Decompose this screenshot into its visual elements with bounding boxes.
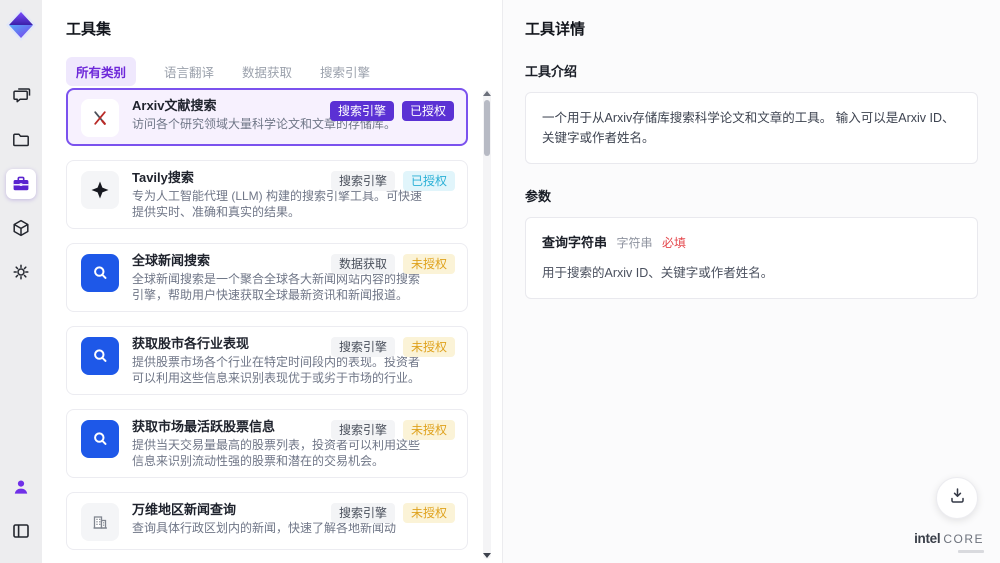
- app-logo[interactable]: [5, 8, 37, 42]
- tool-badges: 数据获取 未授权: [330, 254, 455, 274]
- category-badge: 搜索引擎: [330, 420, 395, 440]
- detail-title: 工具详情: [525, 21, 586, 38]
- tab-所有类别[interactable]: 所有类别: [66, 57, 137, 86]
- auth-status-badge: 已授权: [402, 171, 455, 191]
- params-heading: 参数: [525, 189, 552, 204]
- bocha-icon: [81, 420, 119, 458]
- tool-badges: 搜索引擎 未授权: [330, 503, 455, 523]
- tool-card[interactable]: Arxiv文献搜索 访问各个研究领域大量科学论文和文章的存储库。 搜索引擎 已授…: [66, 88, 468, 146]
- tool-desc: 提供股票市场各个行业在特定时间段内的表现。投资者可以利用这些信息来识别表现优于或…: [132, 355, 421, 385]
- briefcase-icon: [11, 174, 31, 194]
- tab-数据获取[interactable]: 数据获取: [242, 62, 292, 81]
- sidebar-rail: [0, 0, 42, 563]
- app-window: 工具集 所有类别 语言翻译 数据获取 搜索引擎 Arxiv文献搜索 访问各个研究领域大…: [0, 0, 1000, 563]
- param-type: 字符串: [616, 236, 653, 250]
- tool-card[interactable]: Tavily搜索 专为人工智能代理 (LLM) 构建的搜索引擎工具。可快速提供实…: [66, 160, 468, 229]
- param-card: 查询字符串 字符串 必填 用于搜索的Arxiv ID、关键字或作者姓名。: [525, 217, 978, 299]
- sidebar-item-user[interactable]: [6, 472, 36, 502]
- category-badge: 搜索引擎: [330, 503, 395, 523]
- folder-icon: [11, 130, 31, 150]
- param-header: 查询字符串 字符串 必填: [542, 233, 961, 254]
- sidebar-item-settings[interactable]: [6, 257, 36, 287]
- intel-core-logo: intel core: [914, 531, 984, 553]
- sidebar-item-panel-toggle[interactable]: [6, 516, 36, 546]
- bocha-icon: [81, 337, 119, 375]
- tool-card[interactable]: 万维地区新闻查询 查询具体行政区划内的新闻，快速了解各地新闻动 搜索引擎 未授权: [66, 492, 468, 550]
- scroll-down-arrow[interactable]: [483, 553, 491, 558]
- tool-card[interactable]: 全球新闻搜索 全球新闻搜索是一个聚合全球各大新闻网站内容的搜索引擎，帮助用户快速…: [66, 243, 468, 312]
- list-scrollbar[interactable]: [483, 90, 491, 559]
- tool-desc: 全球新闻搜索是一个聚合全球各大新闻网站内容的搜索引擎，帮助用户快速获取全球最新资…: [132, 272, 421, 302]
- gear-icon: [11, 262, 31, 282]
- intel-logo-text: intel: [914, 531, 941, 546]
- tool-desc: 查询具体行政区划内的新闻，快速了解各地新闻动: [132, 521, 397, 535]
- param-required-badge: 必填: [662, 236, 687, 250]
- sidebar-item-chat[interactable]: [6, 81, 36, 111]
- tab-搜索引擎[interactable]: 搜索引擎: [320, 62, 370, 81]
- tool-badges: 搜索引擎 已授权: [330, 171, 455, 191]
- panel-layout-icon: [11, 521, 31, 541]
- tool-badges: 搜索引擎 未授权: [330, 420, 455, 440]
- category-badge: 搜索引擎: [330, 337, 395, 357]
- tool-desc: 专为人工智能代理 (LLM) 构建的搜索引擎工具。可快速提供实时、准确和真实的结…: [132, 189, 423, 219]
- tool-card-list: Arxiv文献搜索 访问各个研究领域大量科学论文和文章的存储库。 搜索引擎 已授…: [66, 88, 468, 563]
- tool-badges: 搜索引擎 未授权: [330, 337, 455, 357]
- param-desc: 用于搜索的Arxiv ID、关键字或作者姓名。: [542, 265, 774, 280]
- arxiv-icon: [81, 99, 119, 137]
- tavily-icon: [81, 171, 119, 209]
- package-icon: [11, 218, 31, 238]
- tool-detail-panel: 工具详情 工具介绍 一个用于从Arxiv存储库搜索科学论文和文章的工具。 输入可…: [502, 0, 1000, 563]
- tool-list-panel: 工具集 所有类别 语言翻译 数据获取 搜索引擎 Arxiv文献搜索 访问各个研究领域大…: [42, 0, 502, 563]
- category-badge: 搜索引擎: [329, 101, 394, 121]
- download-icon: [948, 486, 967, 510]
- core-logo-text: core: [943, 532, 984, 546]
- download-button[interactable]: [936, 477, 978, 519]
- auth-status-badge: 未授权: [402, 254, 455, 274]
- intro-heading: 工具介绍: [525, 64, 578, 79]
- scrollbar-thumb[interactable]: [484, 100, 490, 156]
- logo-sub-mark: [958, 550, 984, 553]
- chat-icon: [11, 86, 31, 106]
- user-icon: [11, 477, 31, 497]
- sidebar-item-packages[interactable]: [6, 213, 36, 243]
- param-name: 查询字符串: [542, 235, 608, 250]
- tool-card[interactable]: 获取市场最活跃股票信息 提供当天交易量最高的股票列表，投资者可以利用这些信息来识…: [66, 409, 468, 478]
- bocha-icon: [81, 254, 119, 292]
- category-badge: 搜索引擎: [330, 171, 395, 191]
- tool-card[interactable]: 获取股市各行业表现 提供股票市场各个行业在特定时间段内的表现。投资者可以利用这些…: [66, 326, 468, 395]
- auth-status-badge: 未授权: [402, 503, 455, 523]
- auth-status-badge: 未授权: [402, 337, 455, 357]
- auth-status-badge: 已授权: [401, 101, 454, 121]
- sidebar-item-files[interactable]: [6, 125, 36, 155]
- intro-card: 一个用于从Arxiv存储库搜索科学论文和文章的工具。 输入可以是Arxiv ID…: [525, 92, 978, 164]
- category-tabs: 所有类别 语言翻译 数据获取 搜索引擎: [66, 57, 478, 86]
- tool-badges: 搜索引擎 已授权: [329, 101, 454, 121]
- tab-语言翻译[interactable]: 语言翻译: [164, 62, 214, 81]
- page-title: 工具集: [66, 21, 112, 38]
- sidebar-item-tools[interactable]: [6, 169, 36, 199]
- scroll-up-arrow[interactable]: [483, 91, 491, 96]
- tool-desc: 提供当天交易量最高的股票列表，投资者可以利用这些信息来识别流动性强的股票和潜在的…: [132, 438, 421, 468]
- intro-text: 一个用于从Arxiv存储库搜索科学论文和文章的工具。 输入可以是Arxiv ID…: [542, 111, 955, 145]
- category-badge: 数据获取: [330, 254, 395, 274]
- news-icon: [81, 503, 119, 541]
- auth-status-badge: 未授权: [402, 420, 455, 440]
